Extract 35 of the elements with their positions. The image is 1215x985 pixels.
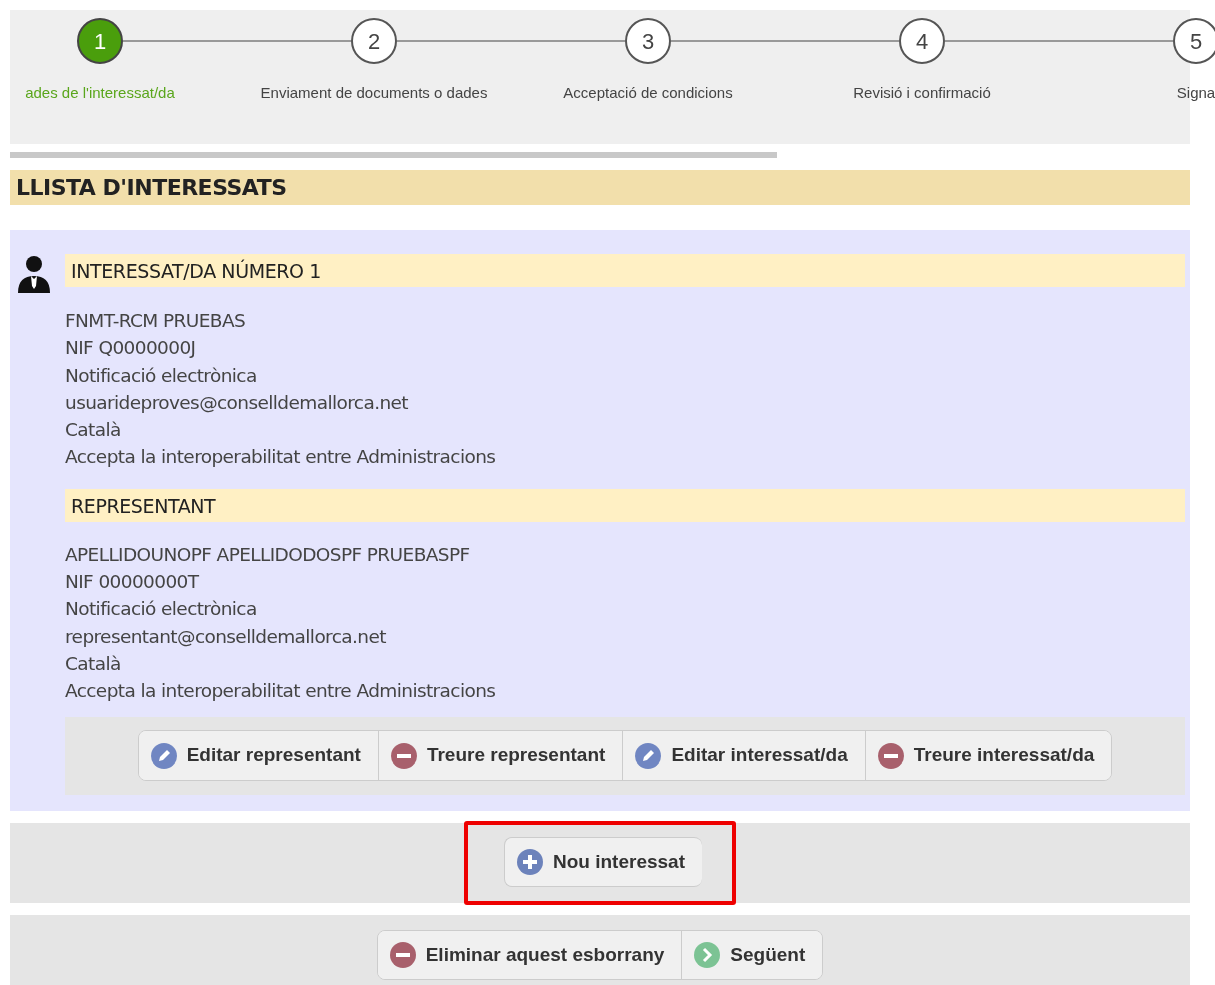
- section-title: LLISTA D'INTERESSATS: [10, 170, 1190, 205]
- step-label: ades de l'interessat/da: [24, 83, 176, 103]
- detail-text: Català: [65, 651, 122, 676]
- pencil-icon: [635, 742, 662, 769]
- step-circle[interactable]: 3: [625, 18, 671, 64]
- minus-icon: [389, 942, 416, 968]
- step-circle[interactable]: 2: [351, 18, 397, 64]
- detail-text: NIF 00000000T: [65, 570, 200, 595]
- step-label: Acceptació de condicions: [562, 83, 734, 103]
- step-circle[interactable]: 4: [899, 18, 945, 64]
- step-label: Enviament de documents o dades: [259, 83, 489, 103]
- detail-text: NIF Q0000000J: [65, 336, 197, 361]
- detail-text: APELLIDOUNOPF APELLIDODOSPF PRUEBASPF: [65, 542, 471, 567]
- detail-text: Català: [65, 418, 122, 443]
- subsection-title: INTERESSAT/DA NÚMERO 1: [65, 254, 1185, 287]
- step-label: Signa: [1175, 83, 1215, 103]
- step-label: Revisió i confirmació: [852, 83, 992, 103]
- detail-text: Notificació electrònica: [65, 363, 258, 388]
- person-icon: [16, 255, 52, 293]
- detail-text: Accepta la interoperabilitat entre Administracions: [65, 679, 497, 704]
- subsection-title: REPRESENTANT: [65, 488, 1185, 522]
- detail-text: FNMT-RCM PRUEBAS: [65, 309, 247, 333]
- action-button[interactable]: Editar representant: [138, 731, 379, 780]
- detail-text: usuarideproves@conselldemallorca.net: [65, 390, 409, 415]
- add-button[interactable]: Nou interessat: [504, 836, 702, 888]
- plus-icon: [517, 849, 543, 875]
- minus-icon: [390, 742, 417, 769]
- step-circle[interactable]: 5: [1173, 18, 1215, 64]
- detail-text: Notificació electrònica: [65, 597, 258, 622]
- detail-text: representant@conselldemallorca.net: [65, 624, 387, 649]
- detail-text: Accepta la interoperabilitat entre Administracions: [65, 445, 497, 470]
- pencil-icon: [150, 742, 177, 769]
- chevron-right-icon: [694, 942, 721, 968]
- footer-button[interactable]: Eliminar aquest esborrany: [377, 930, 683, 980]
- minus-icon: [877, 742, 904, 769]
